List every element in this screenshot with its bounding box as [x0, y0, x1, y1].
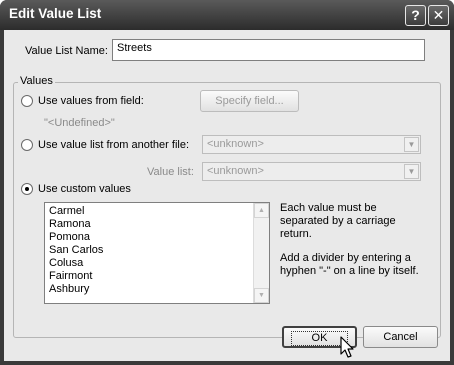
list-item: Pomona [49, 231, 90, 243]
hint-line: hyphen "-" on a line by itself. [280, 265, 419, 277]
scroll-down-icon[interactable]: ▼ [254, 288, 269, 303]
value-list-select-value: <unknown> [207, 165, 264, 177]
use-values-from-field-radio[interactable] [21, 95, 33, 107]
value-list-name-input[interactable]: Streets [112, 39, 425, 61]
list-item: Carmel [49, 205, 85, 217]
specify-field-button[interactable]: Specify field... [200, 90, 299, 112]
chevron-down-icon[interactable]: ▼ [404, 137, 419, 152]
use-custom-values-label[interactable]: Use custom values [38, 183, 131, 195]
scroll-up-icon[interactable]: ▲ [254, 203, 269, 218]
use-value-list-from-another-file-label[interactable]: Use value list from another file: [38, 139, 189, 151]
dialog-body: Value List Name: Streets Values Use valu… [4, 30, 450, 361]
title-bar[interactable]: Edit Value List ? ✕ [0, 0, 454, 30]
use-value-list-from-another-file-radio[interactable] [21, 139, 33, 151]
use-custom-values-radio[interactable] [21, 183, 33, 195]
list-item: San Carlos [49, 244, 104, 256]
value-list-name-value: Streets [117, 42, 152, 54]
value-list-name-label: Value List Name: [25, 45, 108, 57]
vertical-scrollbar[interactable]: ▲ ▼ [253, 203, 269, 303]
cancel-label: Cancel [383, 331, 418, 343]
list-item: Colusa [49, 257, 84, 269]
divider-hint: Add a divider by entering a hyphen "-" o… [280, 252, 419, 278]
hint-line: Add a divider by entering a [280, 252, 411, 264]
hint-line: Each value must be [280, 202, 377, 214]
dialog-title: Edit Value List [9, 6, 102, 21]
list-item: Fairmont [49, 270, 93, 282]
custom-values-textarea[interactable]: Carmel Ramona Pomona San Carlos Colusa F… [44, 202, 270, 304]
use-values-from-field-label[interactable]: Use values from field: [38, 95, 144, 107]
value-list-label: Value list: [147, 166, 194, 178]
close-icon: ✕ [432, 7, 445, 23]
specify-field-label: Specify field... [215, 95, 284, 107]
close-button[interactable]: ✕ [428, 5, 449, 26]
edit-value-list-dialog: Edit Value List ? ✕ Value List Name: Str… [0, 0, 454, 365]
hint-line: separated by a carriage [280, 215, 396, 227]
value-list-select[interactable]: <unknown> ▼ [202, 162, 421, 181]
list-item: Ramona [49, 218, 91, 230]
hint-line: return. [280, 228, 312, 240]
undefined-field-text: "<Undefined>" [44, 117, 115, 129]
file-select-value: <unknown> [207, 138, 264, 150]
cancel-button[interactable]: Cancel [363, 326, 438, 348]
chevron-down-icon[interactable]: ▼ [404, 164, 419, 179]
mouse-pointer-icon [340, 336, 354, 358]
value-separation-hint: Each value must be separated by a carria… [280, 202, 396, 241]
list-item: Ashbury [49, 283, 90, 295]
values-group-title: Values [18, 75, 55, 87]
file-select[interactable]: <unknown> ▼ [202, 135, 421, 154]
help-icon: ? [411, 7, 420, 23]
help-button[interactable]: ? [405, 5, 426, 26]
